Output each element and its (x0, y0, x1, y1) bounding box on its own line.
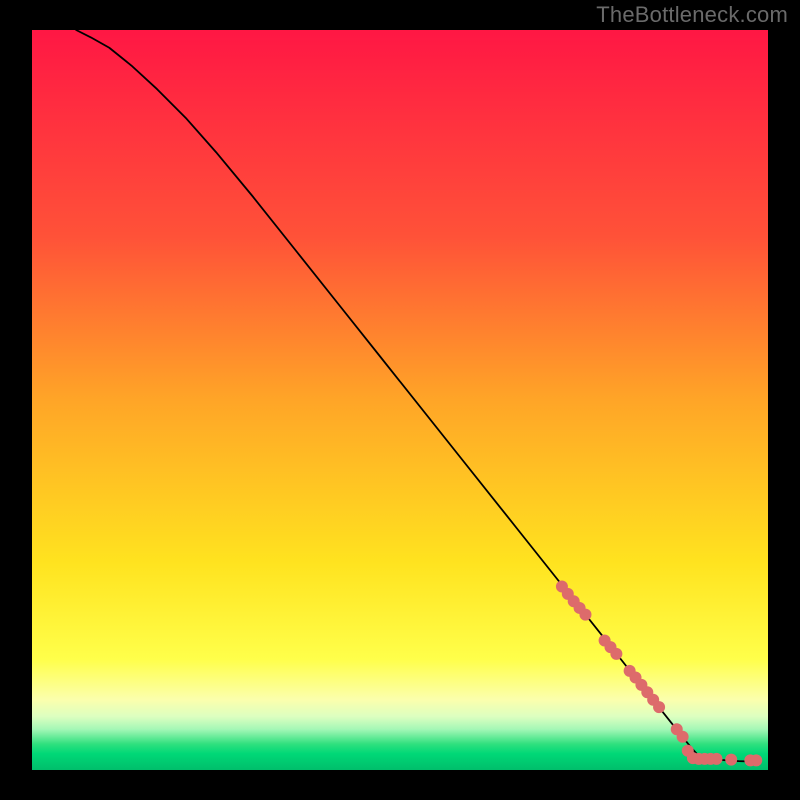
bottleneck-chart (0, 0, 800, 800)
marker-dot (750, 754, 762, 766)
plot-background (32, 30, 768, 770)
marker-dot (653, 701, 665, 713)
marker-dot (677, 731, 689, 743)
marker-dot (610, 648, 622, 660)
marker-dot (710, 753, 722, 765)
marker-dot (579, 609, 591, 621)
chart-stage: TheBottleneck.com (0, 0, 800, 800)
marker-dot (725, 754, 737, 766)
